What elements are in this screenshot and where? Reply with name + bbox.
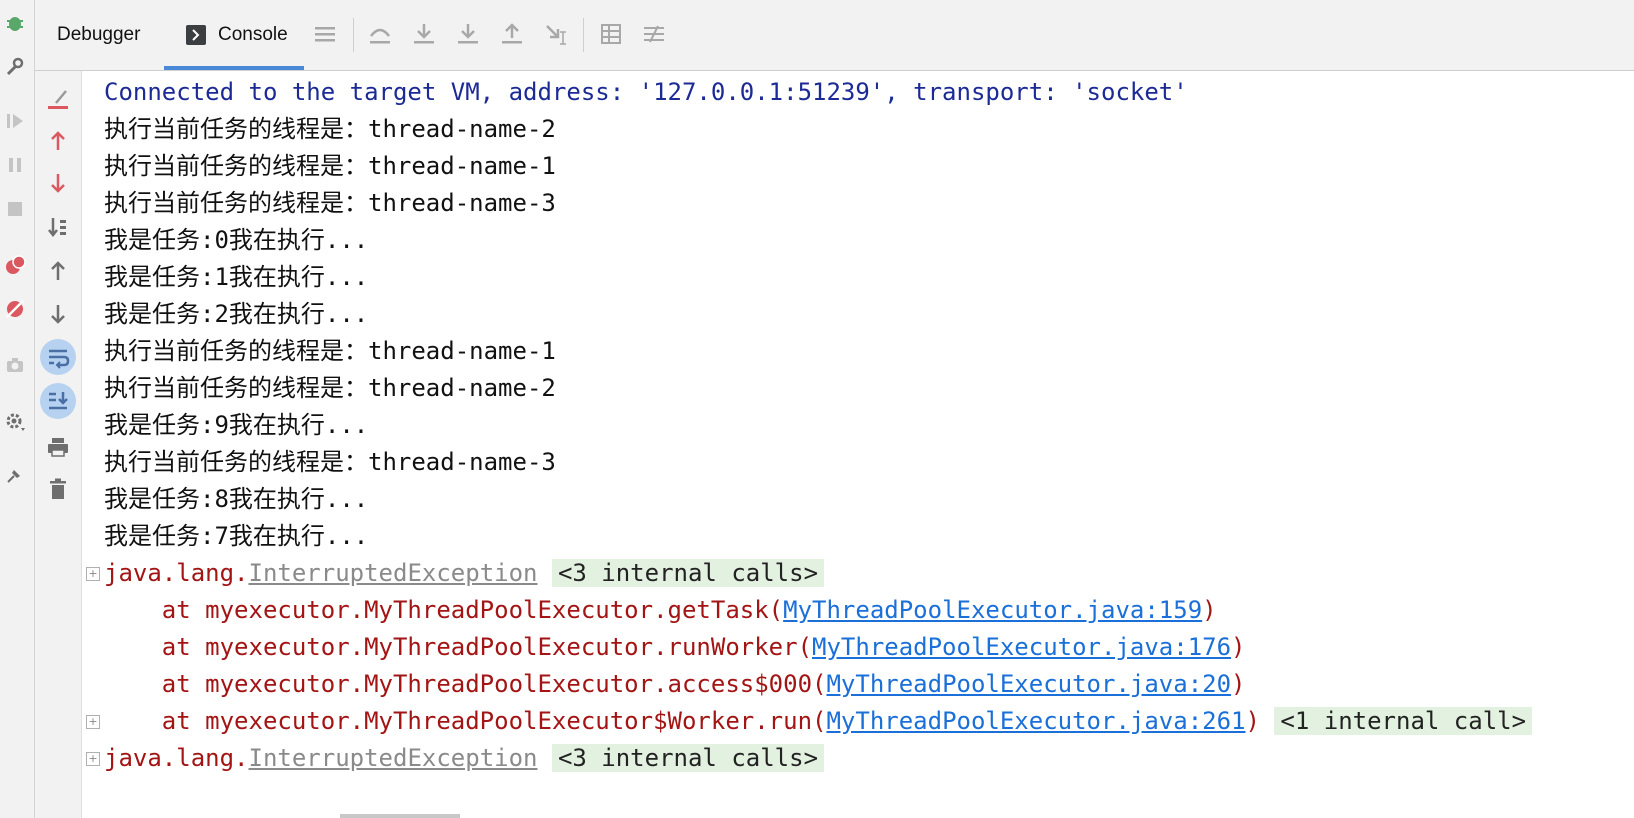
up-red-icon[interactable] bbox=[40, 123, 76, 159]
console-line: 执行当前任务的线程是：thread-name-3 bbox=[104, 448, 556, 476]
debug-toolbar: Debugger Console bbox=[35, 0, 1634, 71]
mute-breakpoints-icon[interactable] bbox=[0, 294, 30, 324]
stack-frame-suffix: ) bbox=[1202, 596, 1217, 624]
evaluate-expression-icon[interactable] bbox=[595, 18, 627, 50]
sort-icon[interactable] bbox=[40, 209, 76, 245]
console-output[interactable]: Connected to the target VM, address: '12… bbox=[82, 71, 1634, 818]
console-tab-icon bbox=[186, 25, 206, 45]
toolbar-separator bbox=[583, 18, 584, 52]
print-icon[interactable] bbox=[40, 429, 76, 465]
exception-class-link[interactable]: InterruptedException bbox=[249, 744, 538, 772]
stack-frame: at myexecutor.MyThreadPoolExecutor.runWo… bbox=[104, 629, 1246, 666]
console-line: 执行当前任务的线程是：thread-name-1 bbox=[104, 152, 556, 180]
view-breakpoints-icon[interactable] bbox=[0, 250, 30, 280]
tab-console[interactable]: Console bbox=[164, 0, 304, 70]
resume-icon[interactable] bbox=[0, 106, 30, 136]
tab-console-label: Console bbox=[218, 24, 288, 45]
trace-icon[interactable] bbox=[638, 18, 670, 50]
stop-icon[interactable] bbox=[0, 194, 30, 224]
exception-line: java.lang.InterruptedException <3 intern… bbox=[104, 740, 825, 777]
settings-icon[interactable] bbox=[0, 406, 30, 436]
fold-toggle-icon[interactable]: + bbox=[86, 715, 100, 729]
fold-toggle-icon[interactable]: + bbox=[86, 567, 100, 581]
stack-frame-suffix: ) bbox=[1231, 670, 1246, 698]
show-execution-point-icon[interactable] bbox=[364, 18, 396, 50]
internal-calls-badge[interactable]: <3 internal calls> bbox=[551, 559, 825, 587]
soft-wrap-icon[interactable] bbox=[40, 339, 76, 375]
stack-frame: at myexecutor.MyThreadPoolExecutor.getTa… bbox=[104, 592, 1217, 629]
stack-frame-suffix: ) bbox=[1245, 707, 1260, 735]
fold-toggle-icon[interactable]: + bbox=[86, 752, 100, 766]
internal-calls-badge[interactable]: <3 internal calls> bbox=[551, 744, 825, 772]
pin-icon[interactable] bbox=[0, 460, 30, 490]
run-to-cursor-icon[interactable] bbox=[540, 18, 572, 50]
stack-frame-text: at myexecutor.MyThreadPoolExecutor.getTa… bbox=[104, 596, 784, 624]
bug-icon[interactable] bbox=[0, 8, 30, 38]
console-line: 执行当前任务的线程是：thread-name-3 bbox=[104, 189, 556, 217]
horizontal-scrollbar[interactable] bbox=[340, 814, 460, 818]
stack-frame: at myexecutor.MyThreadPoolExecutor.acces… bbox=[104, 666, 1246, 703]
down-red-icon[interactable] bbox=[40, 165, 76, 201]
trash-icon[interactable] bbox=[40, 471, 76, 507]
toolbar-separator bbox=[353, 18, 354, 52]
console-line: 我是任务:9我在执行... bbox=[104, 411, 369, 439]
scroll-to-end-icon[interactable] bbox=[40, 383, 76, 419]
console-line: 我是任务:8我在执行... bbox=[104, 485, 369, 513]
menu-icon[interactable] bbox=[309, 18, 341, 50]
stack-frame-text: at myexecutor.MyThreadPoolExecutor.acces… bbox=[104, 670, 827, 698]
console-line: 执行当前任务的线程是：thread-name-1 bbox=[104, 337, 556, 365]
wrench-icon[interactable] bbox=[0, 52, 30, 82]
console-line: 我是任务:1我在执行... bbox=[104, 263, 369, 291]
internal-calls-badge[interactable]: <1 internal call> bbox=[1274, 707, 1533, 735]
tab-debugger[interactable]: Debugger bbox=[57, 0, 140, 70]
stack-frame-text: at myexecutor.MyThreadPoolExecutor.runWo… bbox=[104, 633, 813, 661]
left-tool-strip bbox=[0, 0, 35, 818]
clear-icon[interactable] bbox=[40, 81, 76, 117]
connected-message: Connected to the target VM, address: '12… bbox=[104, 78, 1188, 106]
pause-icon[interactable] bbox=[0, 150, 30, 180]
exception-class-link[interactable]: InterruptedException bbox=[249, 559, 538, 587]
step-over-icon[interactable] bbox=[408, 18, 440, 50]
console-line: 我是任务:7我在执行... bbox=[104, 522, 369, 550]
stack-frame-suffix: ) bbox=[1231, 633, 1246, 661]
step-into-icon[interactable] bbox=[452, 18, 484, 50]
camera-icon[interactable] bbox=[0, 350, 30, 380]
source-link[interactable]: MyThreadPoolExecutor.java:261 bbox=[826, 707, 1245, 735]
up-icon[interactable] bbox=[40, 253, 76, 289]
down-icon[interactable] bbox=[40, 296, 76, 332]
step-out-icon[interactable] bbox=[496, 18, 528, 50]
source-link[interactable]: MyThreadPoolExecutor.java:20 bbox=[826, 670, 1231, 698]
stack-frame: at myexecutor.MyThreadPoolExecutor$Worke… bbox=[104, 703, 1533, 740]
exception-package: java.lang. bbox=[104, 559, 249, 587]
stack-frame-text: at myexecutor.MyThreadPoolExecutor$Worke… bbox=[104, 707, 827, 735]
source-link[interactable]: MyThreadPoolExecutor.java:159 bbox=[783, 596, 1202, 624]
console-line: 执行当前任务的线程是：thread-name-2 bbox=[104, 374, 556, 402]
console-side-toolbar bbox=[35, 71, 82, 818]
console-line: 我是任务:2我在执行... bbox=[104, 300, 369, 328]
console-line: 执行当前任务的线程是：thread-name-2 bbox=[104, 115, 556, 143]
exception-package: java.lang. bbox=[104, 744, 249, 772]
console-line: 我是任务:0我在执行... bbox=[104, 226, 369, 254]
source-link[interactable]: MyThreadPoolExecutor.java:176 bbox=[812, 633, 1231, 661]
exception-line: java.lang.InterruptedException <3 intern… bbox=[104, 555, 825, 592]
tab-debugger-label: Debugger bbox=[57, 24, 141, 45]
